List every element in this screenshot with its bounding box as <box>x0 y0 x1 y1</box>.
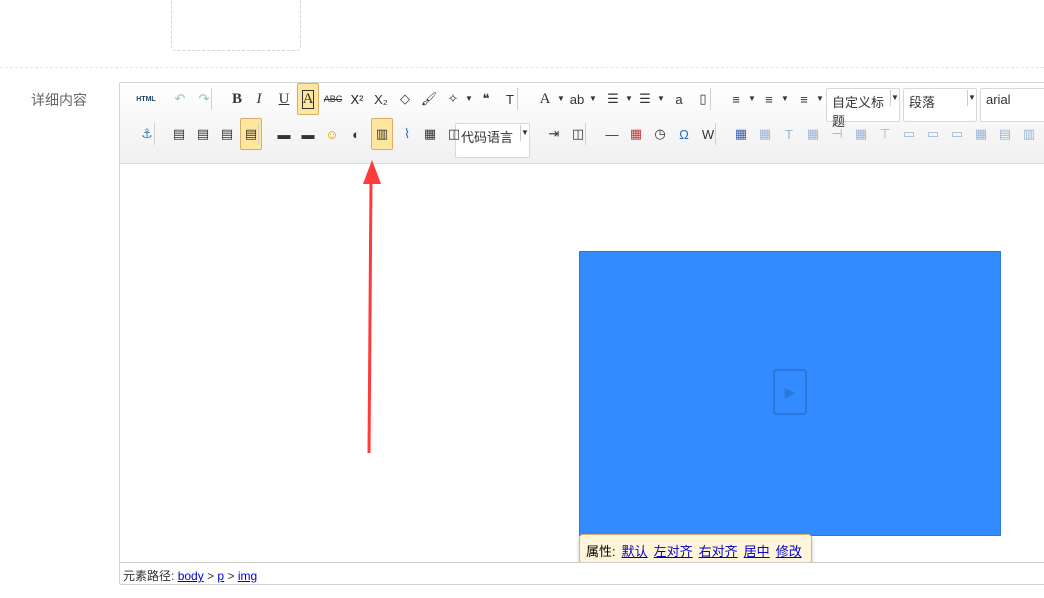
red-arrow-annotation <box>363 160 381 454</box>
